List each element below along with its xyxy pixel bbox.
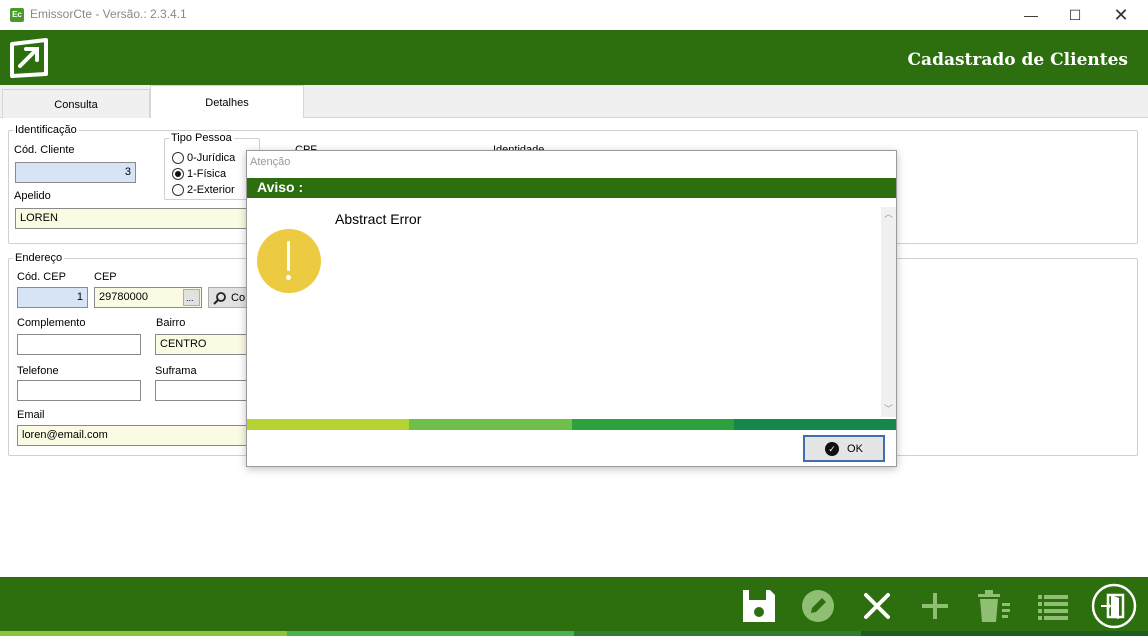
save-button[interactable] — [738, 585, 780, 627]
dialog-strip-segment — [409, 419, 572, 430]
maximize-button[interactable]: ☐ — [1052, 0, 1098, 30]
app-header: Cadastrado de Clientes — [0, 30, 1148, 85]
save-icon — [743, 590, 775, 622]
list-button[interactable] — [1032, 585, 1074, 627]
footer-toolbar — [0, 577, 1148, 636]
footer-strip-segment — [0, 631, 287, 636]
window-title: EmissorCte - Versão.: 2.3.4.1 — [30, 7, 187, 21]
cep-lookup-button[interactable]: ... — [183, 289, 200, 306]
add-icon — [922, 593, 948, 619]
tab-consulta[interactable]: Consulta — [2, 89, 150, 119]
telefone-field[interactable] — [17, 380, 141, 401]
consultar-cep-button[interactable]: Co — [208, 287, 248, 308]
cod-cliente-label: Cód. Cliente — [14, 144, 75, 156]
ok-label: OK — [847, 442, 863, 455]
radio-exterior-circle[interactable] — [172, 184, 184, 196]
email-label: Email — [17, 409, 45, 421]
app-icon: Ec — [10, 8, 24, 22]
telefone-label: Telefone — [17, 365, 59, 377]
delete-icon — [978, 590, 1010, 622]
complemento-label: Complemento — [17, 317, 86, 329]
cod-cep-field[interactable]: 1 — [17, 287, 88, 308]
suframa-label: Suframa — [155, 365, 197, 377]
consultar-label: Co — [231, 291, 246, 304]
message-scrollbar[interactable]: ︿ ﹀ — [881, 207, 896, 417]
error-message: Abstract Error — [335, 211, 422, 227]
endereco-legend: Endereço — [15, 252, 63, 264]
tab-detalhes[interactable]: Detalhes — [150, 85, 304, 119]
radio-fisica[interactable]: 1-Física — [172, 168, 226, 180]
complemento-field[interactable] — [17, 334, 141, 355]
search-icon — [213, 291, 226, 305]
page-title: Cadastrado de Clientes — [907, 50, 1128, 70]
edit-button[interactable] — [797, 585, 839, 627]
dialog-color-strip — [247, 419, 896, 430]
suframa-field[interactable] — [155, 380, 247, 401]
footer-color-strip — [0, 631, 1148, 636]
bairro-field[interactable]: CENTRO — [155, 334, 247, 355]
close-window-button[interactable]: ✕ — [1098, 0, 1144, 30]
cod-cep-label: Cód. CEP — [17, 271, 66, 283]
dialog-strip-segment — [571, 419, 734, 430]
delete-button[interactable] — [972, 585, 1014, 627]
footer-strip-segment — [287, 631, 574, 636]
radio-fisica-label: 1-Física — [187, 168, 227, 180]
cod-cliente-field[interactable]: 3 — [15, 162, 136, 183]
radio-fisica-circle[interactable] — [172, 168, 184, 180]
warning-dialog: Atenção Aviso : Abstract Error ︿ ﹀ ✓ OK — [246, 150, 897, 467]
bairro-label: Bairro — [156, 317, 186, 329]
radio-juridica-label: 0-Jurídica — [187, 152, 236, 164]
cep-label: CEP — [94, 271, 117, 283]
list-icon — [1038, 595, 1068, 620]
apelido-label: Apelido — [14, 190, 51, 202]
footer-strip-segment — [574, 631, 861, 636]
tab-bar: Consulta Detalhes — [0, 85, 1148, 119]
window-titlebar: Ec EmissorCte - Versão.: 2.3.4.1 — ☐ ✕ — [0, 0, 1148, 30]
scroll-down-icon[interactable]: ﹀ — [881, 402, 896, 417]
message-area: Abstract Error ︿ ﹀ — [247, 207, 896, 417]
dialog-heading: Aviso : — [247, 178, 896, 198]
dialog-title: Atenção — [250, 156, 291, 168]
radio-juridica-circle[interactable] — [172, 152, 184, 164]
radio-exterior-label: 2-Exterior — [187, 184, 235, 196]
scroll-up-icon[interactable]: ︿ — [881, 207, 896, 222]
footer-strip-segment — [861, 631, 1148, 636]
identificacao-legend: Identificação — [15, 124, 77, 136]
warning-icon — [257, 229, 321, 293]
ok-button[interactable]: ✓ OK — [803, 435, 885, 462]
cancel-icon — [864, 593, 890, 619]
radio-juridica[interactable]: 0-Jurídica — [172, 152, 235, 164]
exit-button[interactable] — [1091, 583, 1137, 629]
apelido-field[interactable]: LOREN — [15, 208, 255, 229]
edit-icon — [802, 590, 834, 622]
minimize-button[interactable]: — — [1008, 0, 1054, 30]
dialog-strip-segment — [733, 419, 896, 430]
dialog-strip-segment — [247, 419, 410, 430]
cancel-button[interactable] — [856, 585, 898, 627]
email-field[interactable]: loren@email.com — [17, 425, 247, 446]
add-button[interactable] — [914, 585, 956, 627]
logo-icon — [10, 38, 48, 78]
check-icon: ✓ — [825, 441, 840, 456]
exit-icon — [1091, 583, 1137, 629]
tipo-pessoa-legend: Tipo Pessoa — [171, 132, 232, 144]
radio-exterior[interactable]: 2-Exterior — [172, 184, 235, 196]
